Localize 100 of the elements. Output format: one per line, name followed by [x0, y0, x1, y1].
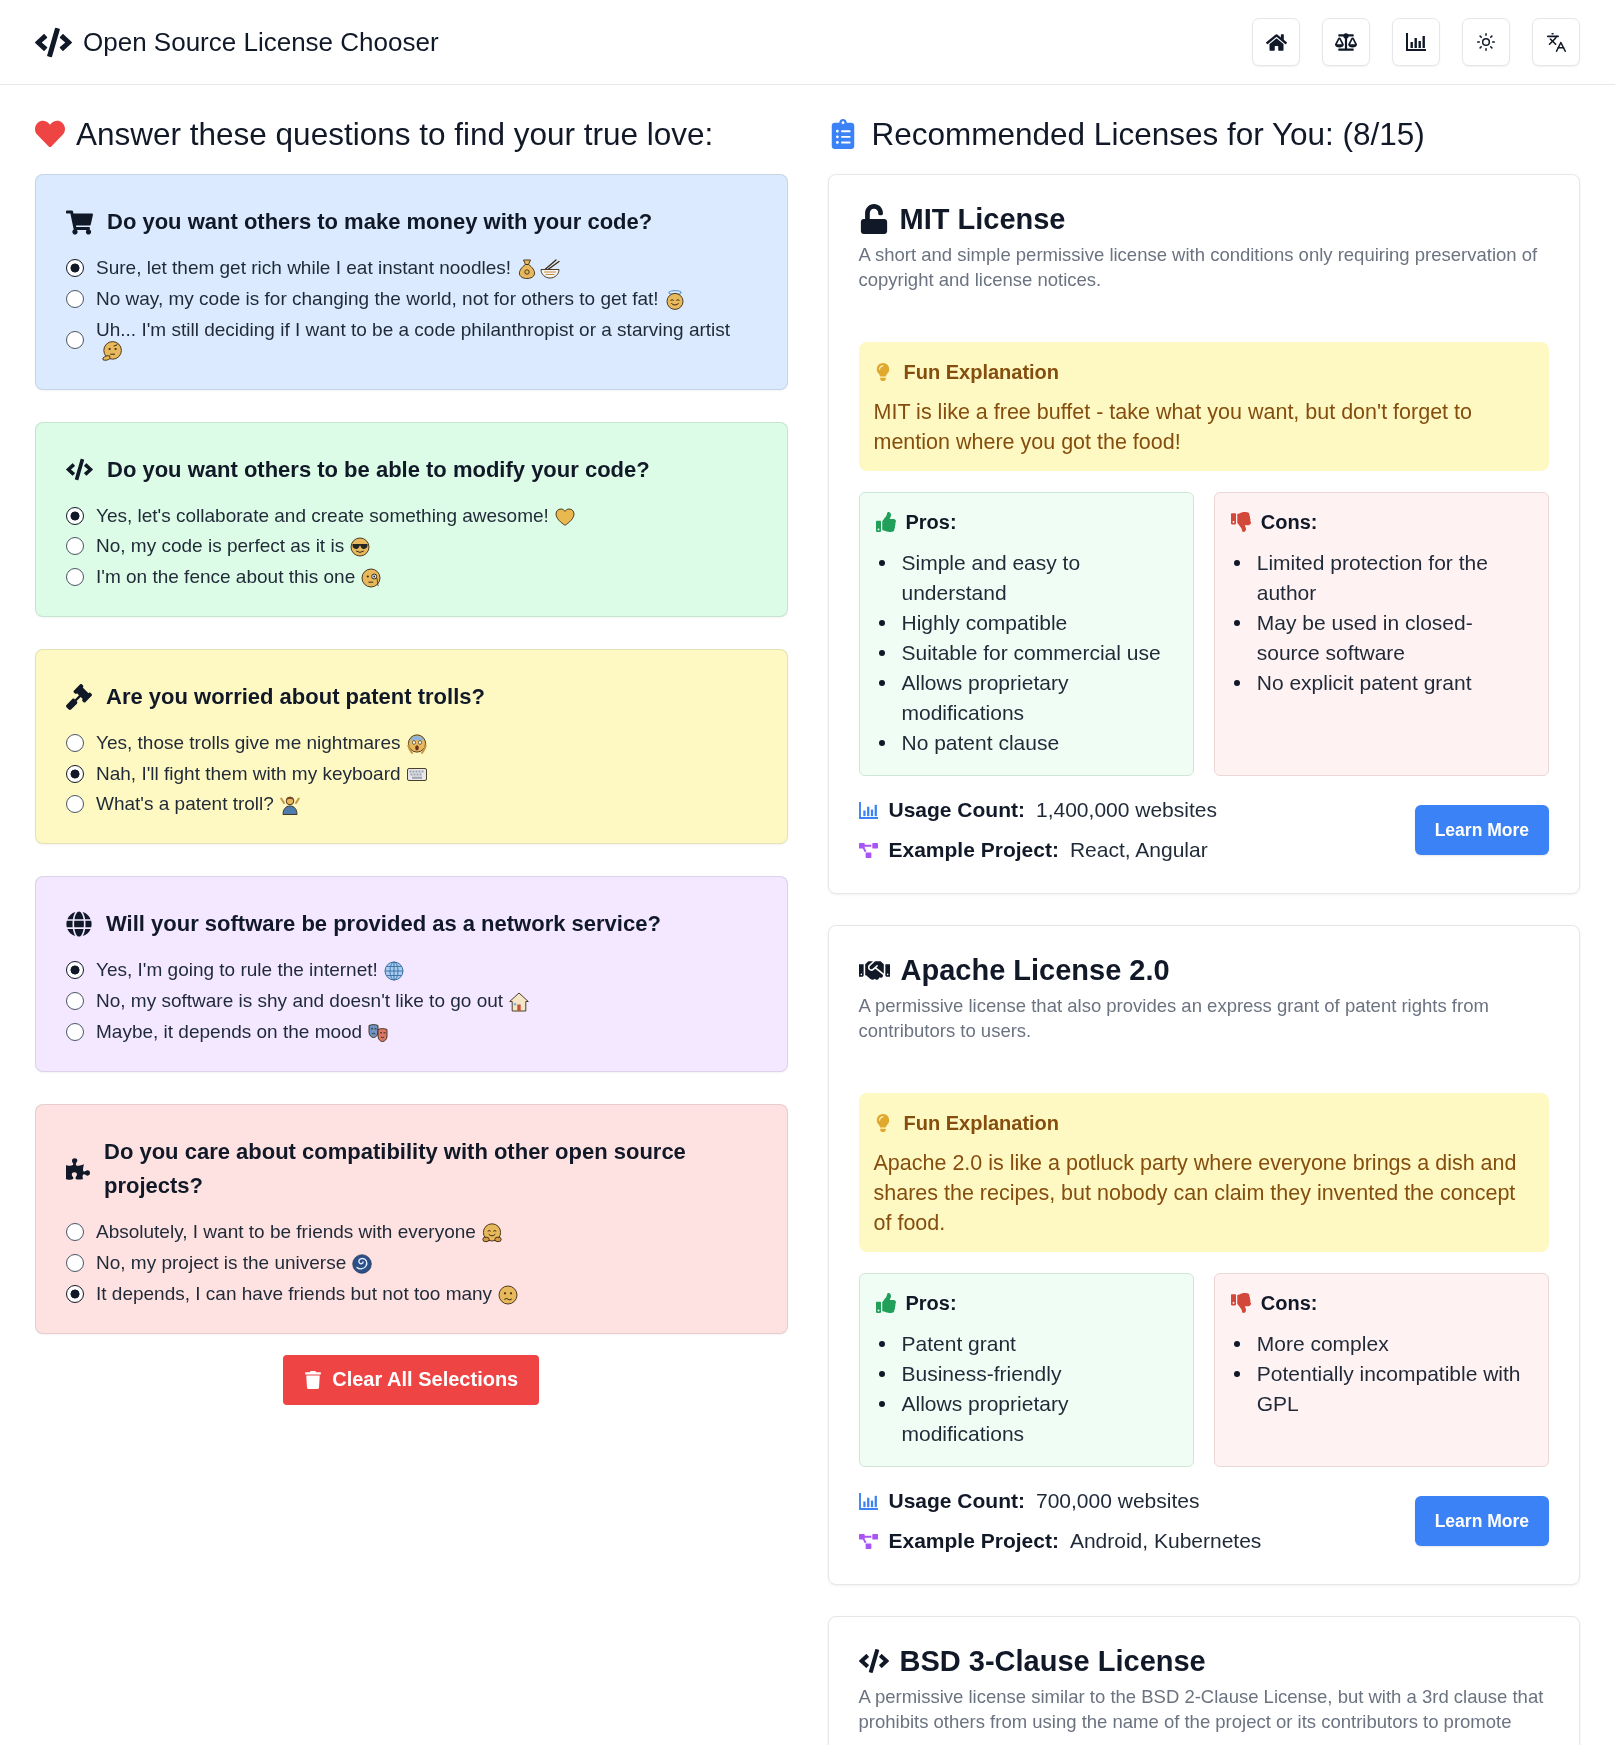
radio-button[interactable] — [66, 1223, 84, 1242]
learn-more-button[interactable]: Learn More — [1414, 805, 1549, 855]
bullet-icon — [1233, 1341, 1240, 1347]
pro-item: Allows proprietary modifications — [901, 670, 1070, 726]
option-label[interactable]: Yes, let's collaborate and create something awesome! — [96, 504, 549, 526]
bullet-icon — [1233, 1371, 1240, 1377]
cons-title: Cons: — [1260, 510, 1318, 535]
radio-button[interactable] — [66, 1254, 84, 1273]
chart-button[interactable] — [1392, 18, 1440, 66]
bullet-icon — [1233, 680, 1240, 686]
radio-button[interactable] — [66, 1023, 84, 1042]
radio-button[interactable] — [66, 568, 84, 587]
option-label[interactable]: Yes, I'm going to rule the internet! — [96, 958, 378, 980]
con-item: May be used in closed-source software — [1256, 610, 1474, 666]
option-label[interactable]: It depends, I can have friends but not too many — [96, 1282, 493, 1304]
bullet-icon — [878, 1401, 885, 1407]
thumbs-up-icon — [875, 1293, 896, 1313]
gavel-icon — [66, 683, 92, 710]
hugging-face-icon — [481, 1222, 502, 1243]
house-icon — [509, 991, 530, 1012]
con-item: No explicit patent grant — [1256, 670, 1473, 696]
question-title: Will your software be provided as a network service? — [106, 909, 661, 938]
option-label[interactable]: Absolutely, I want to be friends with everyone — [96, 1220, 476, 1242]
project-label: Example Project: — [888, 837, 1059, 863]
home-button[interactable] — [1252, 18, 1300, 66]
bullet-icon — [1233, 620, 1240, 626]
clear-button[interactable]: Clear All Selections — [283, 1354, 540, 1405]
radio-button[interactable] — [66, 961, 84, 980]
shrugging-person-icon — [279, 794, 300, 815]
language-button[interactable] — [1532, 18, 1580, 66]
option-label[interactable]: Maybe, it depends on the mood — [96, 1020, 363, 1042]
cons-title: Cons: — [1260, 1291, 1318, 1316]
scale-button[interactable] — [1322, 18, 1370, 66]
thumbs-down-icon — [1230, 1293, 1251, 1313]
project-value: Android, Kubernetes — [1069, 1528, 1262, 1554]
option-label[interactable]: No way, my code is for changing the world, not for others to get fat! — [96, 288, 659, 309]
radio-button[interactable] — [66, 1285, 84, 1304]
radio-button[interactable] — [66, 331, 84, 350]
license-description: A short and simple permissive license with conditions only requiring preservation of copyright and license notices. — [858, 243, 1539, 292]
option-label[interactable]: Sure, let them get rich while I eat instant noodles! — [96, 257, 512, 278]
radio-button[interactable] — [66, 992, 84, 1011]
bar-chart-icon — [858, 1492, 878, 1510]
thumbs-down-icon — [1230, 512, 1251, 532]
bullet-icon — [878, 1371, 885, 1377]
bullet-icon — [878, 1341, 885, 1347]
radio-button[interactable] — [66, 259, 84, 278]
pro-item: Suitable for commercial use — [901, 640, 1162, 666]
learn-more-button[interactable]: Learn More — [1414, 1496, 1549, 1546]
usage-value: 700,000 websites — [1036, 1488, 1200, 1514]
fun-explanation-text: Apache 2.0 is like a potluck party where everyone brings a dish and shares the recipes, but nobody can claim they invented the concept of food. — [873, 1150, 1518, 1237]
theme-toggle-button[interactable] — [1462, 18, 1510, 66]
app-title: Open Source License Chooser — [83, 26, 439, 58]
usage-label: Usage Count: — [888, 797, 1025, 823]
radio-button[interactable] — [66, 764, 84, 783]
radio-button[interactable] — [66, 795, 84, 814]
license-description: A permissive license that also provides an express grant of patent rights from contributors to users. — [858, 994, 1490, 1043]
diagram-icon — [858, 1531, 878, 1551]
radio-button[interactable] — [66, 290, 84, 309]
sun-icon — [1476, 32, 1496, 52]
section-heading: Recommended Licenses for You: (8/15) — [871, 116, 1425, 152]
pro-item: No patent clause — [901, 730, 1061, 756]
monocle-face-icon — [361, 567, 382, 588]
radio-button[interactable] — [66, 506, 84, 525]
option-label[interactable]: Yes, those trolls give me nightmares — [96, 731, 401, 753]
radio-button[interactable] — [66, 537, 84, 556]
option-label[interactable]: No, my code is perfect as it is — [96, 534, 345, 556]
license-description: A permissive license similar to the BSD 2-Clause License, but with a 3rd clause that prohibits others from using the name of the project or its contributors to promote — [858, 1685, 1545, 1734]
pros-title: Pros: — [905, 510, 957, 535]
money-bag-icon — [517, 259, 538, 279]
noodle-bowl-icon — [540, 259, 561, 279]
bullet-icon — [878, 620, 885, 626]
globe-icon — [383, 960, 404, 981]
keyboard-icon — [406, 768, 427, 782]
project-value: React, Angular — [1069, 837, 1208, 863]
option-label[interactable]: Nah, I'll fight them with my keyboard — [96, 762, 401, 784]
option-label[interactable]: Uh... I'm still deciding if I want to be a code philanthropist or a starving artist — [96, 318, 731, 340]
pro-item: Business-friendly — [901, 1361, 1063, 1387]
bar-chart-icon — [1406, 33, 1426, 51]
question-title: Do you want others to make money with your code? — [107, 208, 653, 236]
option-label[interactable]: What's a patent troll? — [96, 792, 274, 814]
bullet-icon — [1233, 560, 1240, 566]
option-label[interactable]: No, my project is the universe — [96, 1251, 347, 1273]
bullet-icon — [878, 650, 885, 656]
pros-title: Pros: — [905, 1291, 957, 1316]
project-label: Example Project: — [888, 1528, 1059, 1554]
usage-label: Usage Count: — [888, 1488, 1025, 1514]
translate-icon — [1545, 31, 1567, 53]
halo-face-icon — [664, 289, 685, 310]
option-label[interactable]: I'm on the fence about this one — [96, 565, 356, 587]
radio-button[interactable] — [66, 734, 84, 753]
license-title: BSD 3-Clause License — [899, 1644, 1206, 1679]
option-label[interactable]: No, my software is shy and doesn't like to go out — [96, 989, 504, 1011]
fun-explanation-title: Fun Explanation — [903, 360, 1060, 385]
question-title: Do you want others to be able to modify your code? — [107, 455, 650, 484]
balance-scale-icon — [1335, 31, 1357, 53]
question-title: Are you worried about patent trolls? — [106, 682, 485, 711]
galaxy-icon — [352, 1253, 373, 1274]
con-item: Limited protection for the author — [1256, 550, 1489, 606]
screaming-face-icon — [406, 733, 427, 754]
bullet-icon — [878, 740, 885, 746]
